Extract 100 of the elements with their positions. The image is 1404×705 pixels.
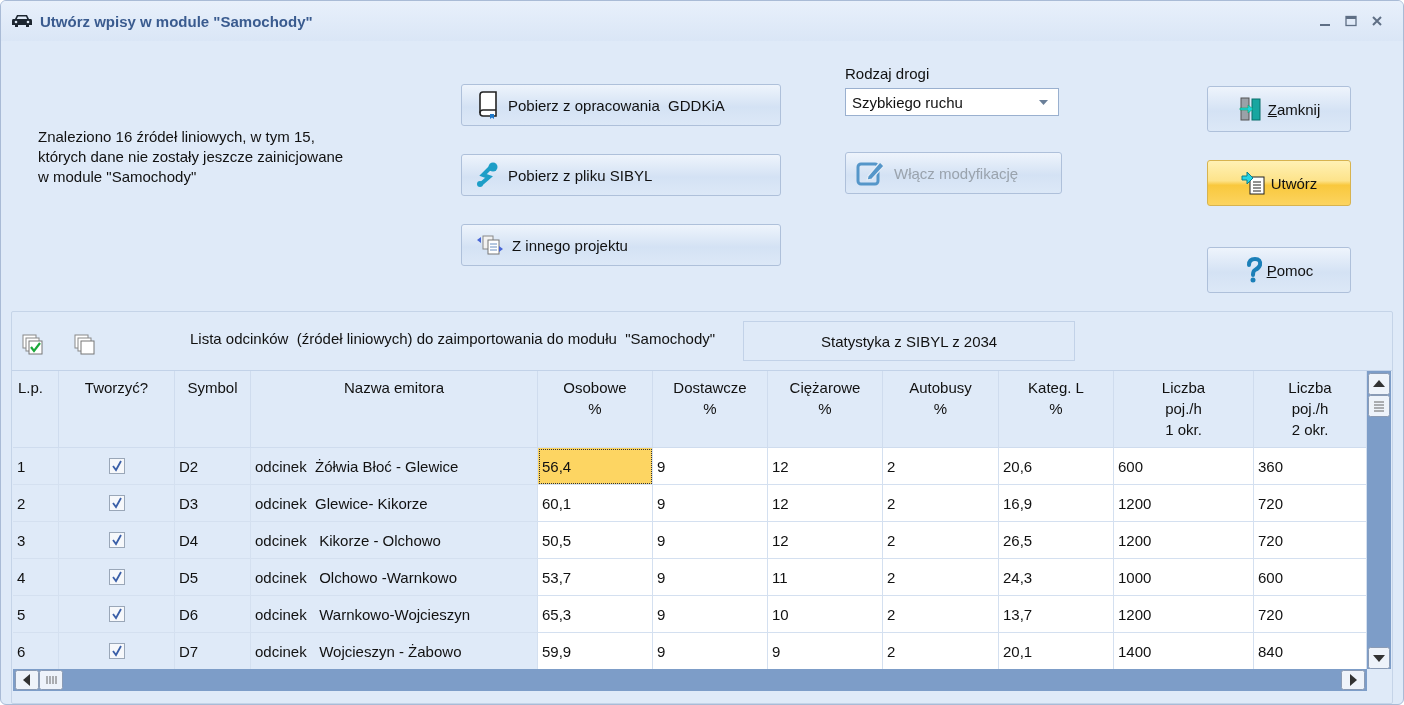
- car-icon: [11, 13, 33, 29]
- import-button[interactable]: Pobierz z pliku SIBYL: [461, 154, 781, 196]
- scroll-thumb-icon[interactable]: [1368, 395, 1390, 417]
- table-cell: odcinek Żółwia Błoć - Glewice: [251, 448, 538, 485]
- maximize-icon[interactable]: [1345, 15, 1357, 27]
- table-cell: 5: [13, 596, 59, 633]
- column-header: Liczba poj./h 2 okr.: [1254, 371, 1367, 448]
- road-type-dropdown[interactable]: Szybkiego ruchu: [845, 88, 1059, 116]
- scroll-right-icon[interactable]: [1341, 670, 1365, 690]
- table-cell: odcinek Olchowo -Warnkowo: [251, 559, 538, 596]
- table-cell[interactable]: 26,5: [999, 522, 1114, 559]
- table-cell[interactable]: 59,9: [538, 633, 653, 669]
- table-cell[interactable]: 840: [1254, 633, 1367, 669]
- table-cell[interactable]: 2: [883, 522, 999, 559]
- action-button[interactable]: Zamknij: [1207, 86, 1351, 132]
- table-cell: odcinek Warnkowo-Wojcieszyn: [251, 596, 538, 633]
- table-cell[interactable]: 10: [768, 596, 883, 633]
- dots-icon: [476, 162, 500, 188]
- table-cell[interactable]: 1200: [1114, 522, 1254, 559]
- table-cell[interactable]: 16,9: [999, 485, 1114, 522]
- table-cell[interactable]: 24,3: [999, 559, 1114, 596]
- table-cell[interactable]: 9: [653, 485, 768, 522]
- table-cell[interactable]: 9: [653, 522, 768, 559]
- action-button[interactable]: Utwórz: [1207, 160, 1351, 206]
- horizontal-scrollbar[interactable]: [13, 669, 1367, 691]
- column-header: L.p.: [13, 371, 59, 448]
- table-cell: odcinek Kikorze - Olchowo: [251, 522, 538, 559]
- checkbox[interactable]: [108, 643, 125, 659]
- close-icon[interactable]: [1371, 15, 1383, 27]
- scroll-down-icon[interactable]: [1368, 647, 1390, 669]
- import-button[interactable]: Z innego projektu: [461, 224, 781, 266]
- window-title: Utwórz wpisy w module "Samochody": [40, 12, 313, 30]
- statistics-label: Statystyka z SIBYL z 2034: [743, 321, 1076, 361]
- table-cell[interactable]: 12: [768, 485, 883, 522]
- scroll-left-icon[interactable]: [15, 670, 39, 690]
- column-header: Liczba poj./h 1 okr.: [1114, 371, 1254, 448]
- table-cell[interactable]: 13,7: [999, 596, 1114, 633]
- table-cell[interactable]: 12: [768, 448, 883, 485]
- table-cell[interactable]: 2: [883, 448, 999, 485]
- table-cell: 1: [13, 448, 59, 485]
- table-cell[interactable]: 65,3: [538, 596, 653, 633]
- table-cell[interactable]: 12: [768, 522, 883, 559]
- table-cell[interactable]: 9: [653, 448, 768, 485]
- table-cell[interactable]: 53,7: [538, 559, 653, 596]
- column-header: Osobowe %: [538, 371, 653, 448]
- table-cell: D6: [175, 596, 251, 633]
- checkbox[interactable]: [108, 569, 125, 585]
- scroll-up-icon[interactable]: [1368, 373, 1390, 395]
- book-icon: [476, 90, 500, 120]
- table-cell[interactable]: 9: [653, 559, 768, 596]
- table-cell[interactable]: 20,1: [999, 633, 1114, 669]
- column-header: Ciężarowe %: [768, 371, 883, 448]
- new-document-icon: [1240, 170, 1267, 196]
- vertical-scrollbar[interactable]: [1367, 371, 1391, 669]
- table-cell[interactable]: 60,1: [538, 485, 653, 522]
- checkbox[interactable]: [108, 532, 125, 548]
- table-cell[interactable]: 600: [1114, 448, 1254, 485]
- table-cell[interactable]: 720: [1254, 485, 1367, 522]
- table-cell[interactable]: 2: [883, 633, 999, 669]
- table-cell[interactable]: 50,5: [538, 522, 653, 559]
- column-header: Autobusy %: [883, 371, 999, 448]
- column-header: Nazwa emitora: [251, 371, 538, 448]
- table-cell[interactable]: 1000: [1114, 559, 1254, 596]
- table-cell[interactable]: 9: [768, 633, 883, 669]
- table-cell[interactable]: 2: [883, 559, 999, 596]
- checkbox[interactable]: [108, 606, 125, 622]
- table-cell[interactable]: 1200: [1114, 596, 1254, 633]
- copy-documents-icon: [476, 234, 504, 256]
- import-button[interactable]: Pobierz z opracowania GDDKiA: [461, 84, 781, 126]
- table-cell: 3: [13, 522, 59, 559]
- scroll-thumb-icon[interactable]: [39, 670, 63, 690]
- table-cell[interactable]: 2: [883, 596, 999, 633]
- column-header: Tworzyć?: [59, 371, 175, 448]
- column-header: Kateg. L %: [999, 371, 1114, 448]
- table-cell[interactable]: 1400: [1114, 633, 1254, 669]
- table-cell[interactable]: 360: [1254, 448, 1367, 485]
- checkbox[interactable]: [108, 495, 125, 511]
- table-cell[interactable]: 720: [1254, 596, 1367, 633]
- action-button[interactable]: Pomoc: [1207, 247, 1351, 293]
- column-header: Symbol: [175, 371, 251, 448]
- table-cell[interactable]: 600: [1254, 559, 1367, 596]
- table-cell[interactable]: 56,4: [538, 448, 653, 485]
- exit-door-icon: [1237, 96, 1264, 122]
- table-cell[interactable]: 20,6: [999, 448, 1114, 485]
- table-cell[interactable]: 1200: [1114, 485, 1254, 522]
- list-title: Lista odcinków (źródeł liniowych) do zaimportowania do modułu "Samochody": [190, 329, 716, 347]
- road-type-label: Rodzaj drogi: [845, 65, 930, 82]
- table-cell: D3: [175, 485, 251, 522]
- table-cell[interactable]: 9: [653, 633, 768, 669]
- info-text: Znaleziono 16 źródeł liniowych, w tym 15, których dane nie zostały jeszcze zainicjowane w module "Samochody": [37, 127, 345, 187]
- table-cell[interactable]: 2: [883, 485, 999, 522]
- table-cell[interactable]: 720: [1254, 522, 1367, 559]
- table-cell: 4: [13, 559, 59, 596]
- table-cell: D5: [175, 559, 251, 596]
- check-all-icon[interactable]: [22, 334, 44, 356]
- checkbox[interactable]: [108, 458, 125, 474]
- table-cell[interactable]: 9: [653, 596, 768, 633]
- uncheck-all-icon[interactable]: [74, 334, 96, 356]
- table-cell[interactable]: 11: [768, 559, 883, 596]
- table-cell: D4: [175, 522, 251, 559]
